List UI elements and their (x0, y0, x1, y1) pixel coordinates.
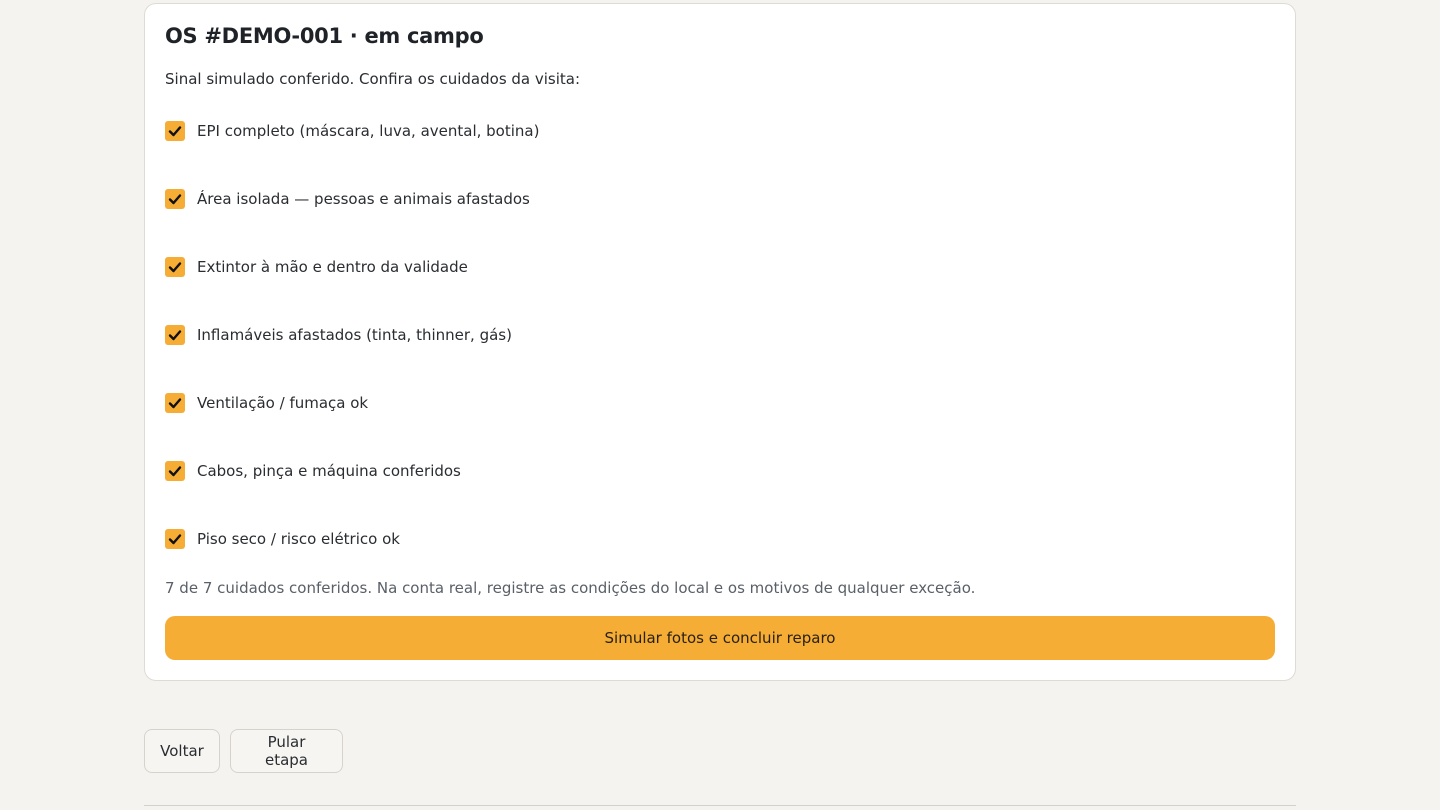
back-button[interactable]: Voltar (144, 729, 220, 773)
check-item-piso[interactable]: Piso seco / risco elétrico ok (165, 527, 400, 551)
checkbox-checked[interactable] (165, 393, 185, 413)
check-item-cabos[interactable]: Cabos, pinça e máquina conferidos (165, 459, 461, 483)
checkbox-checked[interactable] (165, 461, 185, 481)
page-title: OS #DEMO-001 · em campo (165, 24, 484, 48)
checkbox-checked[interactable] (165, 189, 185, 209)
checkmark-icon (168, 534, 182, 545)
checklist-summary: 7 de 7 cuidados conferidos. Na conta rea… (165, 579, 976, 597)
check-item-label: Cabos, pinça e máquina conferidos (197, 462, 461, 480)
check-item-label: EPI completo (máscara, luva, avental, bo… (197, 122, 540, 140)
simulate-photos-button[interactable]: Simular fotos e concluir reparo (165, 616, 1275, 660)
skip-step-button[interactable]: Pular etapa (230, 729, 343, 773)
check-item-label: Inflamáveis afastados (tinta, thinner, g… (197, 326, 512, 344)
checkmark-icon (168, 330, 182, 341)
check-item-extintor[interactable]: Extintor à mão e dentro da validade (165, 255, 468, 279)
checkbox-checked[interactable] (165, 257, 185, 277)
check-item-inflamaveis[interactable]: Inflamáveis afastados (tinta, thinner, g… (165, 323, 512, 347)
check-item-ventilacao[interactable]: Ventilação / fumaça ok (165, 391, 368, 415)
check-item-area-isolada[interactable]: Área isolada — pessoas e animais afastad… (165, 187, 530, 211)
checkmark-icon (168, 262, 182, 273)
checkmark-icon (168, 398, 182, 409)
checkbox-checked[interactable] (165, 529, 185, 549)
checkbox-checked[interactable] (165, 121, 185, 141)
check-item-label: Piso seco / risco elétrico ok (197, 530, 400, 548)
checkmark-icon (168, 466, 182, 477)
check-item-label: Extintor à mão e dentro da validade (197, 258, 468, 276)
checkmark-icon (168, 126, 182, 137)
checkmark-icon (168, 194, 182, 205)
check-item-label: Ventilação / fumaça ok (197, 394, 369, 412)
intro-text: Sinal simulado conferido. Confira os cui… (165, 70, 581, 88)
check-item-label: Área isolada — pessoas e animais afastad… (197, 190, 530, 208)
checkbox-checked[interactable] (165, 325, 185, 345)
check-item-epi[interactable]: EPI completo (máscara, luva, avental, bo… (165, 119, 539, 143)
bottom-divider (144, 805, 1296, 806)
checklist-card: OS #DEMO-001 · em campo Sinal simulado c… (144, 3, 1296, 681)
